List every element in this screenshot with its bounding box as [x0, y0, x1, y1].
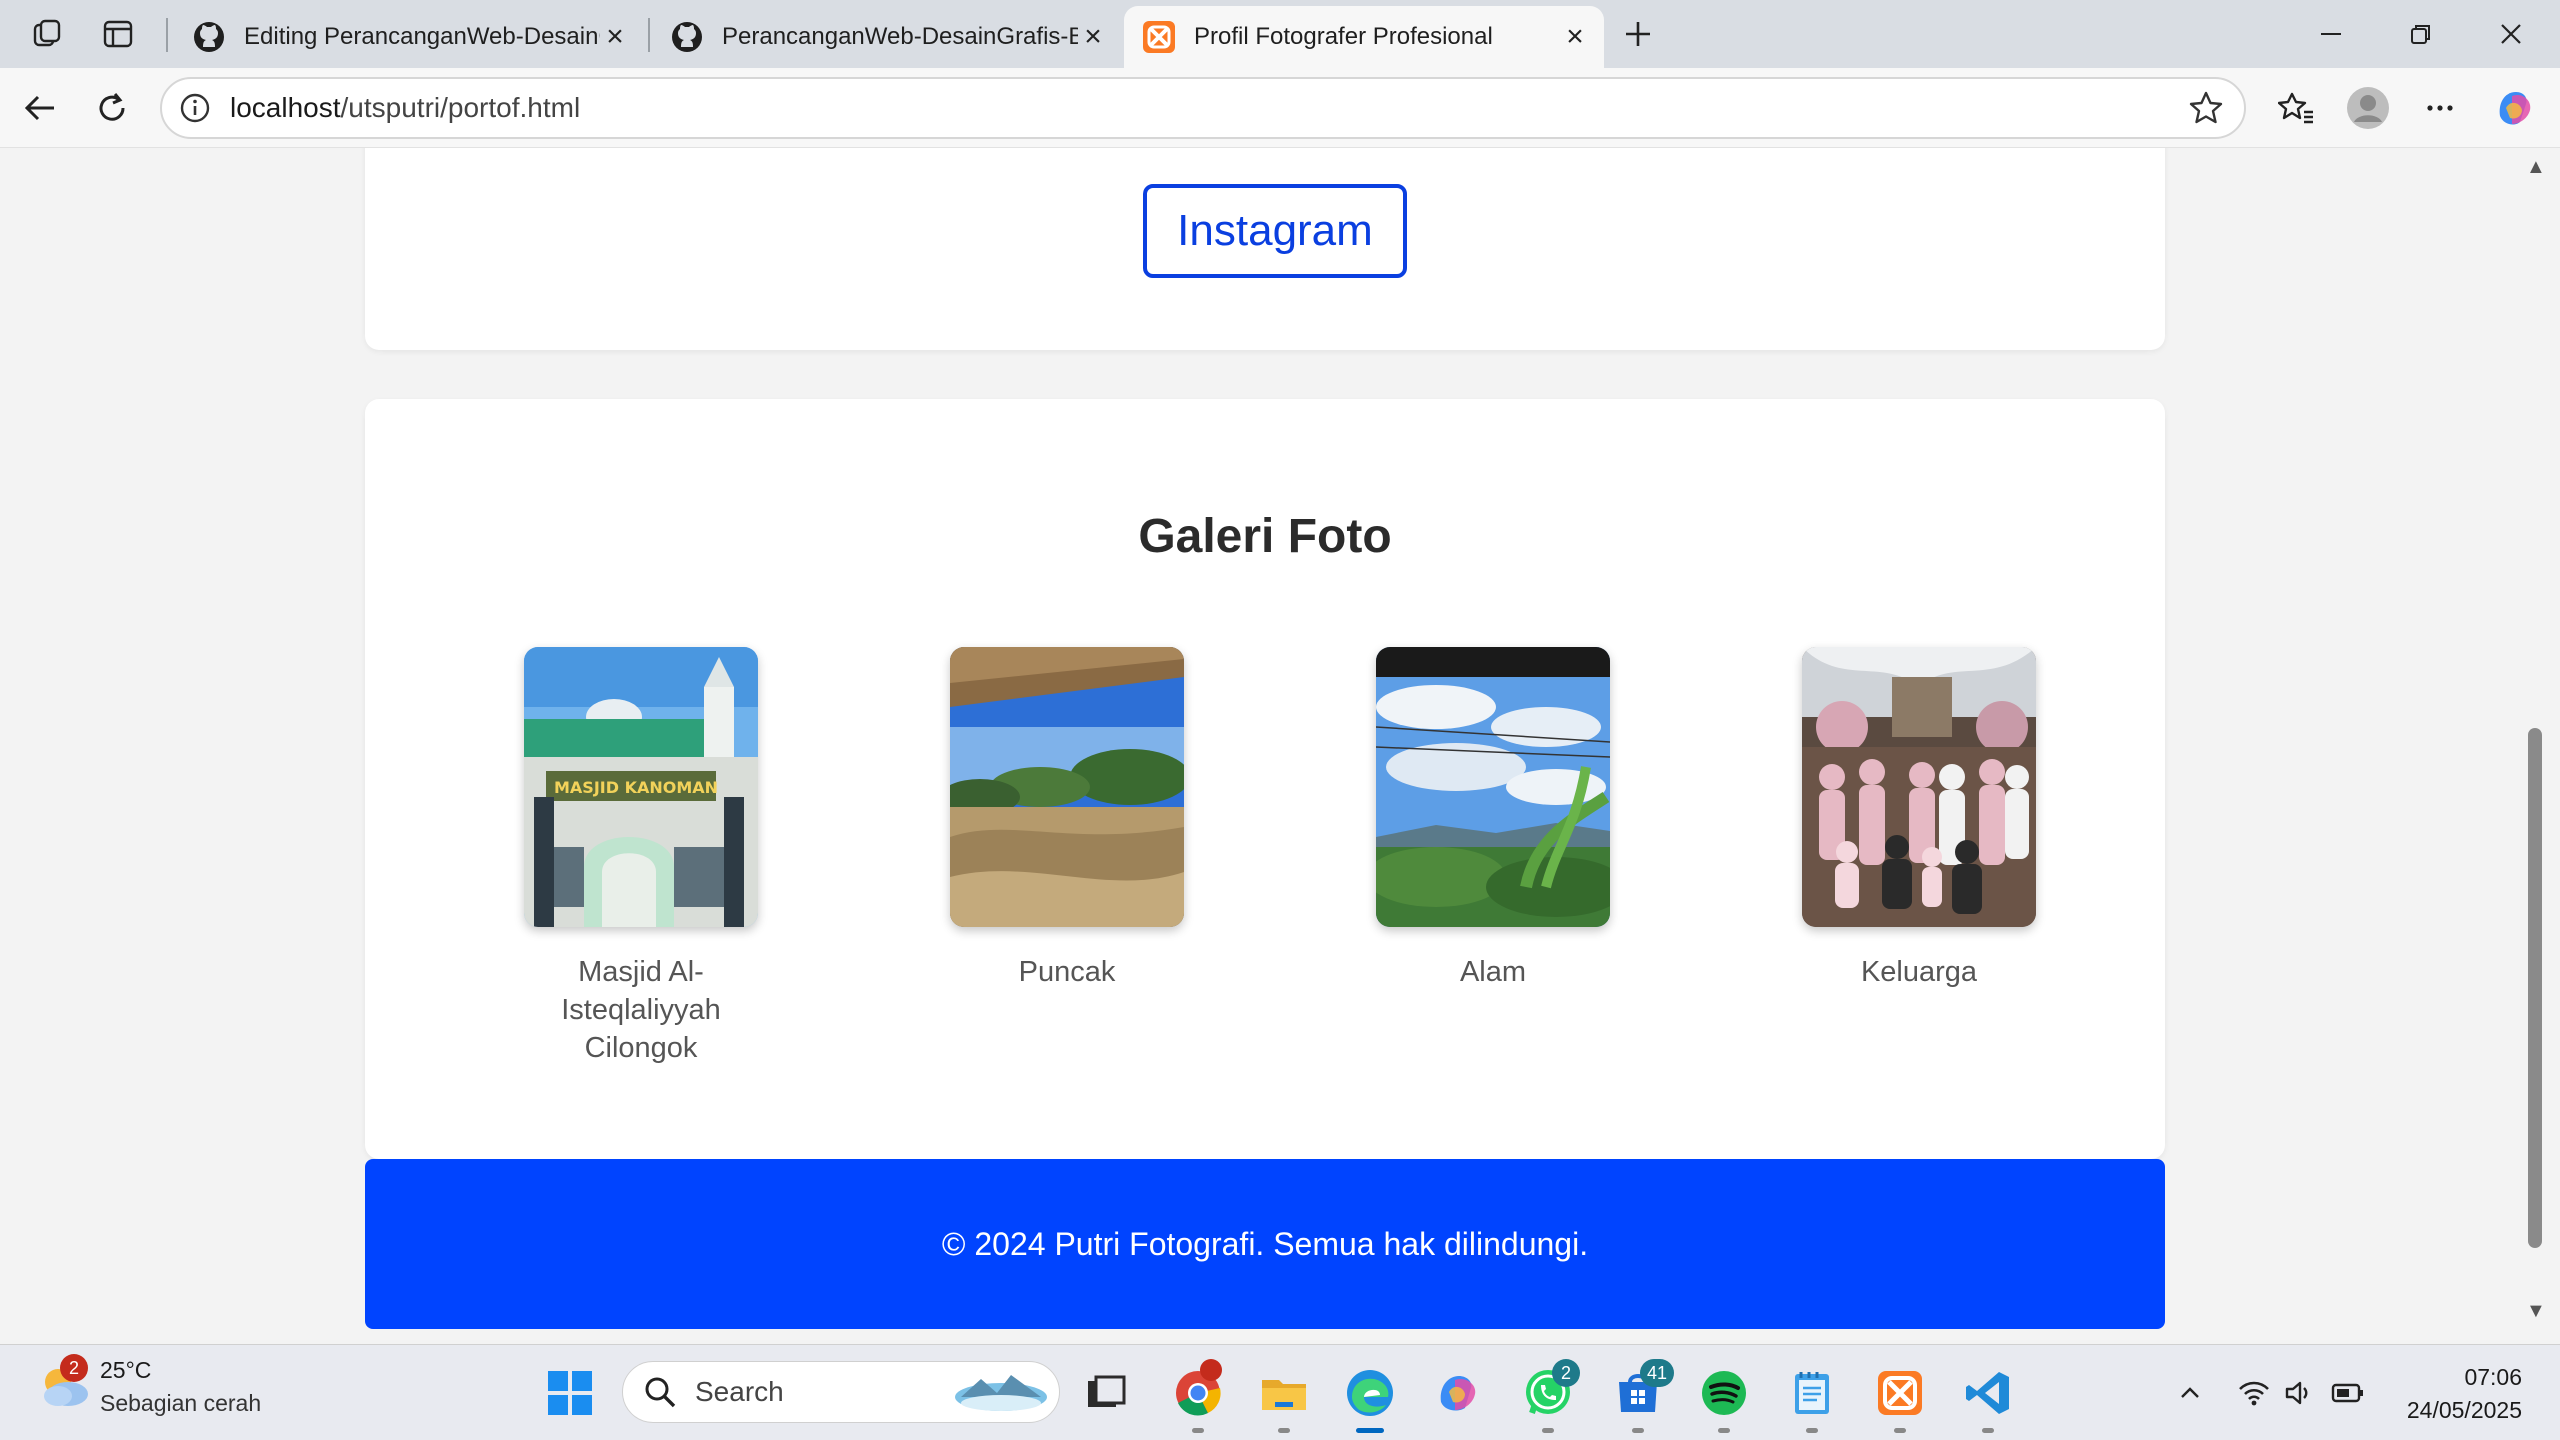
- clock-date: 24/05/2025: [2406, 1397, 2522, 1423]
- store-icon[interactable]: 41: [1610, 1359, 1674, 1433]
- chrome-badge: [1200, 1359, 1222, 1381]
- instagram-button[interactable]: Instagram: [1143, 184, 1407, 278]
- page-footer: © 2024 Putri Fotografi. Semua hak dilind…: [365, 1159, 2165, 1329]
- back-icon[interactable]: [14, 82, 66, 134]
- more-options-icon[interactable]: [2414, 82, 2466, 134]
- favorite-star-icon[interactable]: [2188, 90, 2224, 126]
- search-icon: [645, 1377, 676, 1408]
- copilot-icon[interactable]: [2488, 82, 2540, 134]
- whatsapp-icon[interactable]: 2: [1520, 1359, 1580, 1433]
- vscode-icon[interactable]: [1960, 1365, 2016, 1433]
- workspaces-icon[interactable]: [24, 12, 72, 56]
- tab-title: Editing PerancanganWeb-DesainGrafis-Bi: [244, 23, 600, 50]
- running-indicator: [1278, 1428, 1290, 1433]
- task-view-icon[interactable]: [1078, 1365, 1134, 1421]
- show-hidden-icons-icon[interactable]: [2170, 1345, 2210, 1440]
- active-indicator: [1356, 1428, 1384, 1433]
- photo-puncak[interactable]: [950, 647, 1184, 927]
- chrome-icon[interactable]: [1170, 1359, 1226, 1433]
- tab-editing-repo[interactable]: Editing PerancanganWeb-DesainGrafis-Bi ×: [174, 6, 644, 68]
- tab-bar: Editing PerancanganWeb-DesainGrafis-Bi ×…: [0, 0, 2560, 68]
- running-indicator: [1982, 1428, 1994, 1433]
- tab-repo[interactable]: PerancanganWeb-DesainGrafis-Bi ×: [652, 6, 1122, 68]
- tab-separator: [648, 18, 650, 52]
- running-indicator: [1806, 1428, 1818, 1433]
- photo-alam[interactable]: [1376, 647, 1610, 927]
- scroll-down-icon[interactable]: ▼: [2526, 1300, 2546, 1323]
- close-tab-icon[interactable]: ×: [1560, 20, 1590, 53]
- address-field[interactable]: localhost/utsputri/portof.html: [160, 77, 2246, 139]
- refresh-icon[interactable]: [86, 82, 138, 134]
- search-placeholder: Search: [695, 1376, 784, 1407]
- page-viewport: Instagram Galeri Foto MASJID KANOMAN Mas…: [10, 148, 2522, 1336]
- close-window-icon[interactable]: [2466, 0, 2556, 68]
- photo-masjid[interactable]: MASJID KANOMAN: [524, 647, 758, 927]
- profile-avatar-icon[interactable]: [2342, 82, 2394, 134]
- tab-title: Profil Fotografer Profesional: [1194, 23, 1493, 50]
- photo-caption: Masjid Al-Isteqlaliyyah Cilongok: [561, 956, 721, 1064]
- minimize-icon[interactable]: [2286, 0, 2376, 68]
- xampp-icon: [1143, 21, 1175, 53]
- photo-caption: Puncak: [1018, 956, 1116, 988]
- gallery-title: Galeri Foto: [1138, 510, 1392, 563]
- weather-condition: Sebagian cerah: [100, 1390, 262, 1416]
- favorites-icon[interactable]: [2270, 82, 2322, 134]
- weather-badge: 2: [60, 1354, 88, 1382]
- running-indicator: [1632, 1428, 1644, 1433]
- gallery-section: Galeri Foto MASJID KANOMAN Masjid Al-Ist…: [365, 399, 2165, 1159]
- search-highlight-icon: [955, 1375, 1047, 1411]
- close-tab-icon[interactable]: ×: [600, 20, 630, 53]
- photo-caption: Alam: [1459, 956, 1527, 988]
- xampp-taskbar-icon[interactable]: [1872, 1365, 1928, 1433]
- edge-icon[interactable]: [1342, 1365, 1398, 1433]
- new-tab-icon[interactable]: [1614, 12, 1662, 56]
- taskbar-search[interactable]: Search: [622, 1361, 1060, 1423]
- running-indicator: [1192, 1428, 1204, 1433]
- start-icon[interactable]: [542, 1365, 598, 1421]
- file-explorer-icon[interactable]: [1256, 1365, 1312, 1433]
- scroll-thumb[interactable]: [2528, 728, 2542, 1248]
- url-text: localhost/utsputri/portof.html: [230, 92, 580, 124]
- spotify-icon[interactable]: [1696, 1365, 1752, 1433]
- site-info-icon[interactable]: [178, 91, 212, 125]
- weather-widget[interactable]: 2 25°C Sebagian cerah: [36, 1354, 262, 1417]
- github-icon: [194, 22, 224, 52]
- gallery-item: Puncak: [917, 647, 1217, 991]
- gallery-item: MASJID KANOMAN Masjid Al-Isteqlaliyyah C…: [491, 647, 791, 1067]
- gallery-item: Keluarga: [1769, 647, 2069, 991]
- running-indicator: [1894, 1428, 1906, 1433]
- taskbar: 2 25°C Sebagian cerah Search 2 41 07:06 …: [0, 1344, 2560, 1440]
- contact-section: Instagram: [365, 148, 2165, 350]
- battery-icon[interactable]: [2328, 1345, 2368, 1440]
- close-tab-icon[interactable]: ×: [1078, 20, 1108, 53]
- clock-time: 07:06: [2464, 1364, 2522, 1390]
- running-indicator: [1718, 1428, 1730, 1433]
- url-path: /utsputri/portof.html: [340, 92, 581, 123]
- masjid-sign-text: MASJID KANOMAN: [554, 778, 718, 797]
- weather-icon: 2: [36, 1354, 94, 1416]
- github-icon: [672, 22, 702, 52]
- photo-caption: Keluarga: [1860, 956, 1978, 988]
- vertical-tabs-icon[interactable]: [94, 12, 142, 56]
- scroll-up-icon[interactable]: ▲: [2526, 156, 2546, 179]
- wifi-icon[interactable]: [2234, 1345, 2274, 1440]
- weather-temp: 25°C: [100, 1357, 152, 1383]
- store-badge: 41: [1640, 1359, 1674, 1387]
- photo-keluarga[interactable]: [1802, 647, 2036, 927]
- address-toolbar: localhost/utsputri/portof.html: [0, 68, 2560, 148]
- gallery-item: Alam: [1343, 647, 1643, 991]
- running-indicator: [1542, 1428, 1554, 1433]
- restore-icon[interactable]: [2376, 0, 2466, 68]
- notepad-icon[interactable]: [1784, 1365, 1840, 1433]
- system-clock[interactable]: 07:06 24/05/2025: [2407, 1361, 2522, 1427]
- tab-active-profile[interactable]: Profil Fotografer Profesional ×: [1124, 6, 1604, 68]
- tab-title: PerancanganWeb-DesainGrafis-Bi: [722, 23, 1078, 50]
- copilot-taskbar-icon[interactable]: [1430, 1365, 1486, 1421]
- page-scrollbar[interactable]: ▲ ▼: [2522, 148, 2560, 1336]
- tab-separator: [166, 18, 168, 52]
- url-host: localhost: [230, 92, 341, 123]
- volume-icon[interactable]: [2280, 1345, 2320, 1440]
- whatsapp-badge: 2: [1552, 1359, 1580, 1387]
